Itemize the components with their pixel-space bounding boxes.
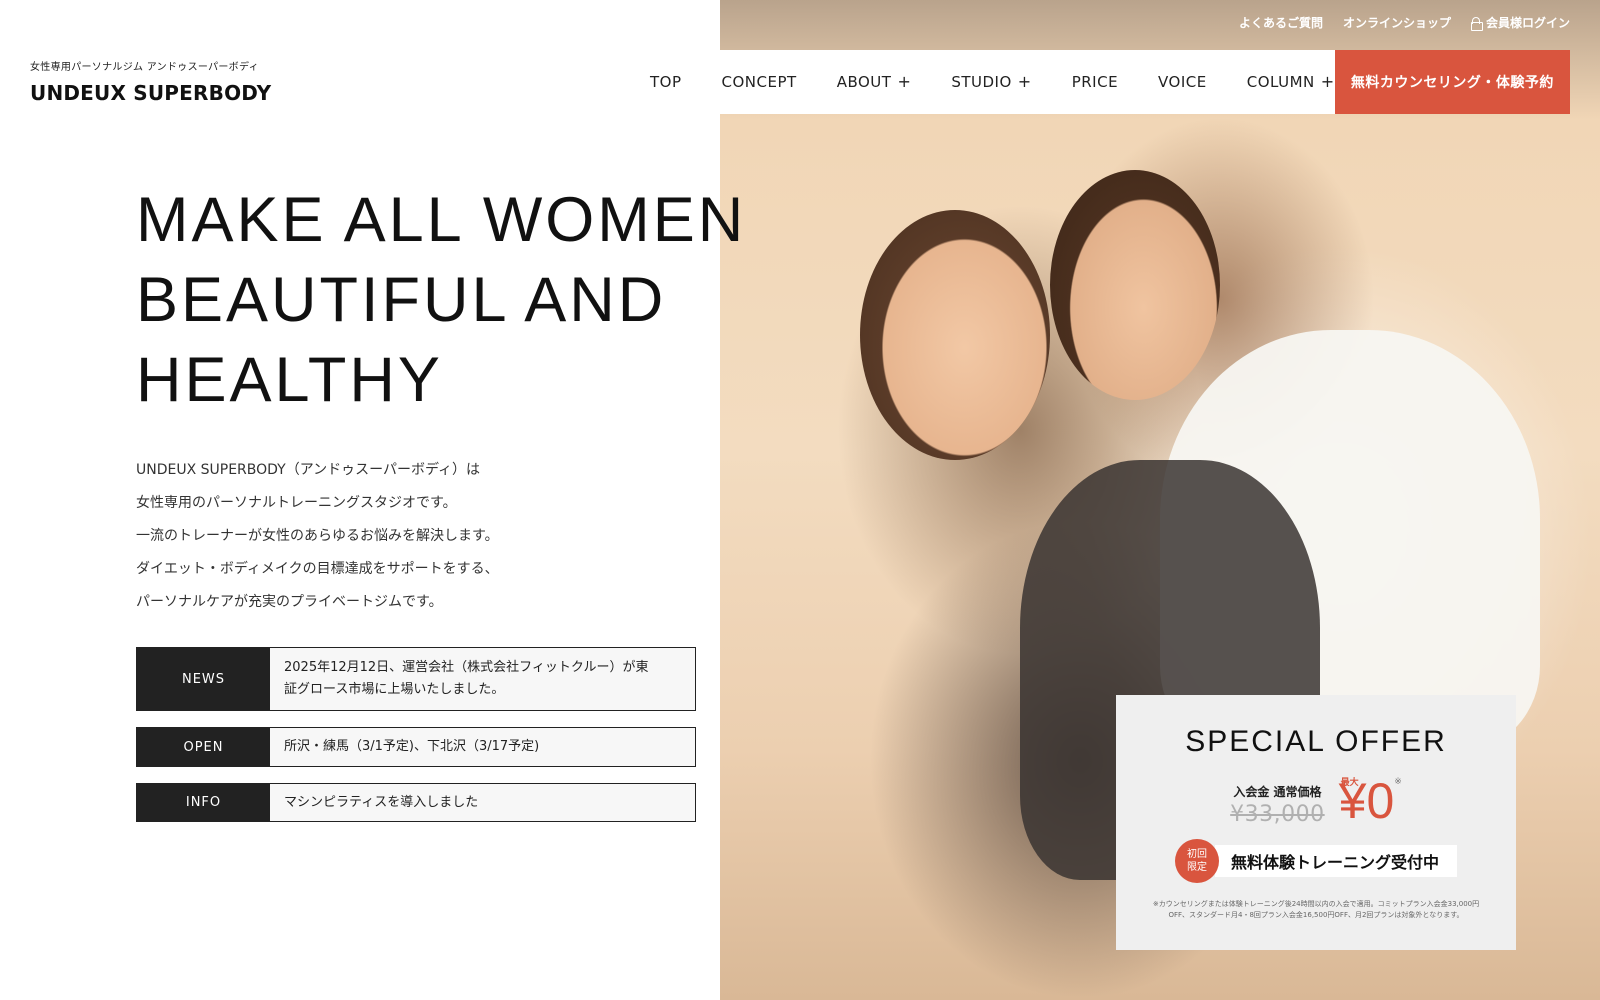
offer-price-row: 入会金 通常価格 ¥33,000 最大 ¥0 ※ — [1116, 775, 1516, 827]
offer-regular-price: 入会金 通常価格 ¥33,000 — [1230, 783, 1324, 827]
hero-headline: MAKE ALL WOMEN BEAUTIFUL AND HEALTHY — [136, 180, 747, 420]
nav-item-price[interactable]: PRICE — [1072, 73, 1118, 91]
nav-label-voice: VOICE — [1158, 73, 1207, 91]
hero-intro: UNDEUX SUPERBODY（アンドゥスーパーボディ）は 女性専用のパーソナ… — [136, 454, 696, 619]
disclaimer-line: ※カウンセリングまたは体験トレーニング後24時間以内の入会で適用。コミットプラン… — [1152, 900, 1480, 908]
nav-label-about: ABOUT — [836, 73, 892, 91]
nav-label-column: COLUMN — [1246, 73, 1315, 91]
offer-max-label: 最大 — [1340, 778, 1359, 788]
notice-text-open: 所沢・練馬（3/1予定)、下北沢（3/17予定) — [284, 739, 540, 754]
offer-trial: 初回 限定 無料体験トレーニング受付中 — [1116, 839, 1516, 883]
intro-line: 女性専用のパーソナルトレーニングスタジオです。 — [136, 495, 457, 511]
nav-item-voice[interactable]: VOICE — [1158, 73, 1207, 91]
offer-disclaimer: ※カウンセリングまたは体験トレーニング後24時間以内の入会で適用。コミットプラン… — [1116, 899, 1516, 921]
free-trial-label[interactable]: 無料体験トレーニング受付中 — [1214, 845, 1457, 877]
nav-item-concept[interactable]: CONCEPT — [722, 73, 797, 91]
logo-tagline: 女性専用パーソナルジム アンドゥスーパーボディ — [30, 62, 259, 73]
faq-link[interactable]: よくあるご質問 — [1239, 14, 1323, 31]
online-shop-link[interactable]: オンラインショップ — [1343, 14, 1451, 31]
nav-item-column[interactable]: COLUMN + — [1247, 73, 1335, 91]
utility-bar: よくあるご質問 オンラインショップ 会員様ログイン — [1239, 14, 1570, 31]
plus-icon: + — [1017, 72, 1032, 91]
intro-line: UNDEUX SUPERBODY（アンドゥスーパーボディ）は — [136, 462, 481, 478]
nav-label-top: TOP — [650, 73, 682, 91]
badge-line: 限定 — [1186, 862, 1207, 873]
nav-item-about[interactable]: ABOUT + — [837, 73, 912, 91]
headline-line: MAKE ALL WOMEN — [136, 185, 747, 255]
logo-name: UNDEUX SUPERBODY — [30, 81, 272, 105]
photo-client-head — [860, 210, 1050, 460]
intro-line: ダイエット・ボディメイクの目標達成をサポートをする、 — [136, 561, 499, 577]
notice-news-line: 証グロース市場に上場いたしました。 — [284, 682, 505, 697]
notice-news[interactable]: NEWS 2025年12月12日、運営会社（株式会社フィットクルー）が東 証グロ… — [136, 647, 696, 711]
free-counseling-button[interactable]: 無料カウンセリング・体験予約 — [1334, 50, 1570, 114]
photo-trainer-head — [1050, 170, 1220, 400]
member-login-label: 会員様ログイン — [1485, 16, 1570, 30]
nav-label-studio: STUDIO — [951, 73, 1012, 91]
intro-line: 一流のトレーナーが女性のあらゆるお悩みを解決します。 — [136, 528, 499, 544]
offer-note-mark: ※ — [1394, 777, 1402, 787]
member-login-link[interactable]: 会員様ログイン — [1470, 14, 1570, 31]
offer-title: SPECIAL OFFER — [1185, 725, 1447, 758]
nav-item-top[interactable]: TOP — [650, 73, 682, 91]
special-offer-card[interactable]: SPECIAL OFFER 入会金 通常価格 ¥33,000 最大 ¥0 ※ 初… — [1116, 695, 1516, 950]
nav-item-studio[interactable]: STUDIO + — [951, 73, 1031, 91]
disclaimer-line: OFF、スタンダード月4・8回プラン入会金16,500円OFF、月2回プランは対… — [1168, 911, 1464, 919]
offer-label: 入会金 通常価格 — [1233, 785, 1322, 799]
notice-news-line: 2025年12月12日、運営会社（株式会社フィットクルー）が東 — [284, 660, 649, 675]
main-nav: TOP CONCEPT ABOUT + STUDIO + PRICE VOICE C… — [620, 50, 1570, 114]
nav-links: TOP CONCEPT ABOUT + STUDIO + PRICE VOICE C… — [620, 73, 1335, 91]
plus-icon: + — [1320, 72, 1335, 91]
notice-info[interactable]: INFO マシンピラティスを導入しました — [136, 783, 696, 822]
notice-text-news: 2025年12月12日、運営会社（株式会社フィットクルー）が東 証グロース市場に… — [270, 648, 663, 710]
notice-label-news: NEWS — [137, 648, 270, 710]
notice-label-open: OPEN — [137, 728, 270, 766]
intro-line: パーソナルケアが充実のプライベートジムです。 — [136, 594, 443, 610]
lock-icon — [1470, 16, 1483, 31]
logo[interactable]: 女性専用パーソナルジム アンドゥスーパーボディ UNDEUX SUPERBODY — [30, 58, 271, 105]
headline-line: HEALTHY — [136, 345, 443, 415]
offer-discount-price: 最大 ¥0 ※ — [1339, 775, 1402, 827]
notice-text-info: マシンピラティスを導入しました — [284, 794, 479, 810]
plus-icon: + — [897, 72, 912, 91]
first-time-badge: 初回 限定 — [1174, 839, 1219, 883]
headline-line: BEAUTIFUL AND — [136, 265, 667, 335]
nav-label-concept: CONCEPT — [721, 73, 797, 91]
notice-open[interactable]: OPEN 所沢・練馬（3/1予定)、下北沢（3/17予定) — [136, 727, 696, 767]
offer-old-price: ¥33,000 — [1230, 802, 1325, 827]
badge-line: 初回 — [1186, 849, 1207, 860]
nav-label-price: PRICE — [1071, 73, 1119, 91]
notice-label-info: INFO — [137, 784, 270, 821]
